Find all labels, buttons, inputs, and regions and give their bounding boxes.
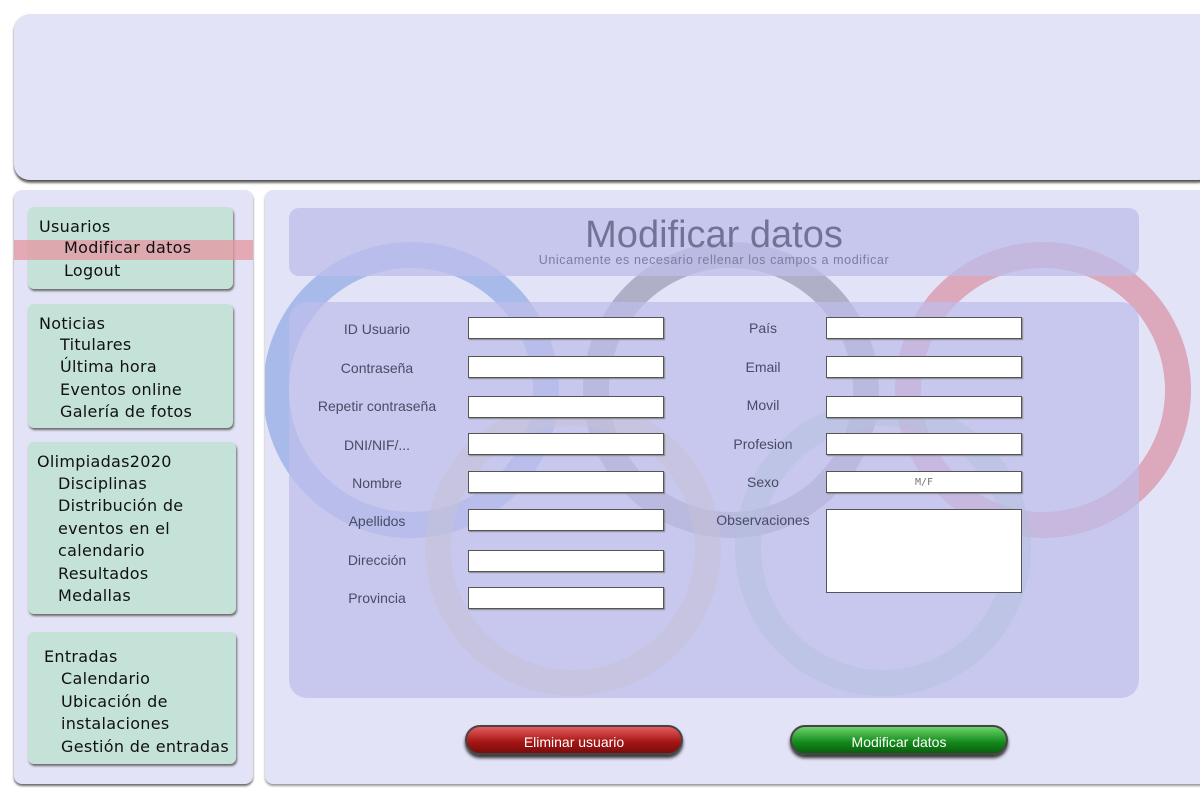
page-subtitle: Unicamente es necesario rellenar los cam… [538, 253, 890, 267]
nav-title-olimpiadas: Olimpiadas2020 [37, 452, 172, 471]
label-apellidos: Apellidos [348, 513, 406, 529]
contrasena-field[interactable] [468, 356, 664, 378]
sidebar-item-titulares[interactable]: Titulares [60, 334, 132, 356]
repetir-contrasena-field[interactable] [468, 396, 664, 418]
sidebar-item-galeria-fotos[interactable]: Galería de fotos [60, 401, 192, 423]
label-contrasena: Contraseña [340, 360, 414, 376]
nav-title-noticias: Noticias [39, 314, 106, 333]
header-banner [14, 14, 1200, 181]
sexo-field[interactable] [826, 471, 1022, 493]
label-dni: DNI/NIF/... [343, 437, 411, 453]
nav-group-noticias: Noticias Titulares Última hora Eventos o… [28, 304, 233, 428]
profesion-field[interactable] [826, 433, 1022, 455]
label-id-usuario: ID Usuario [343, 321, 411, 337]
nav-group-olimpiadas: Olimpiadas2020 Disciplinas Distribución … [28, 442, 236, 614]
sidebar-item-distribucion-3[interactable]: calendario [58, 540, 145, 562]
sidebar-item-disciplinas[interactable]: Disciplinas [58, 473, 147, 495]
pais-field[interactable] [826, 317, 1022, 339]
id-usuario-field[interactable] [468, 317, 664, 339]
nav-title-entradas: Entradas [44, 647, 118, 666]
sidebar-item-resultados[interactable]: Resultados [58, 563, 149, 585]
observaciones-textarea[interactable] [826, 509, 1022, 593]
main-content: Modificar datos Unicamente es necesario … [265, 190, 1200, 784]
nav-group-entradas: Entradas Calendario Ubicación de instala… [28, 632, 236, 764]
sidebar-item-logout[interactable]: Logout [64, 260, 121, 282]
label-nombre: Nombre [352, 475, 402, 491]
sidebar: Usuarios Modificar datos Logout Noticias… [14, 190, 253, 784]
label-sexo: Sexo [747, 474, 779, 490]
label-observaciones: Observaciones [716, 512, 810, 528]
sidebar-item-eventos-online[interactable]: Eventos online [60, 379, 182, 401]
email-field[interactable] [826, 356, 1022, 378]
sidebar-item-ultima-hora[interactable]: Última hora [60, 356, 157, 378]
direccion-field[interactable] [468, 550, 664, 572]
title-banner: Modificar datos Unicamente es necesario … [289, 208, 1139, 276]
label-provincia: Provincia [348, 590, 406, 606]
sidebar-item-medallas[interactable]: Medallas [58, 585, 131, 607]
eliminar-usuario-button[interactable]: Eliminar usuario [465, 725, 683, 755]
label-repetir-contrasena: Repetir contraseña [317, 398, 437, 414]
provincia-field[interactable] [468, 587, 664, 609]
sidebar-item-ubicacion-1[interactable]: Ubicación de [61, 691, 168, 713]
movil-field[interactable] [826, 396, 1022, 418]
label-pais: País [748, 320, 777, 336]
label-email: Email [745, 359, 781, 375]
label-movil: Movil [746, 397, 780, 413]
page-title: Modificar datos [585, 214, 843, 256]
sidebar-item-ubicacion-2[interactable]: instalaciones [61, 713, 170, 735]
sidebar-item-gestion-entradas[interactable]: Gestión de entradas [61, 736, 229, 758]
label-direccion: Dirección [347, 552, 407, 568]
sidebar-item-modificar-datos[interactable]: Modificar datos [64, 237, 191, 259]
sidebar-item-calendario[interactable]: Calendario [61, 668, 150, 690]
apellidos-field[interactable] [468, 509, 664, 531]
modificar-datos-button[interactable]: Modificar datos [790, 725, 1008, 755]
label-profesion: Profesion [733, 436, 793, 452]
nav-items-usuarios: Modificar datos Logout [28, 207, 233, 289]
dni-field[interactable] [468, 433, 664, 455]
sidebar-item-distribucion-1[interactable]: Distribución de [58, 495, 183, 517]
nombre-field[interactable] [468, 471, 664, 493]
sidebar-item-distribucion-2[interactable]: eventos en el [58, 518, 170, 540]
